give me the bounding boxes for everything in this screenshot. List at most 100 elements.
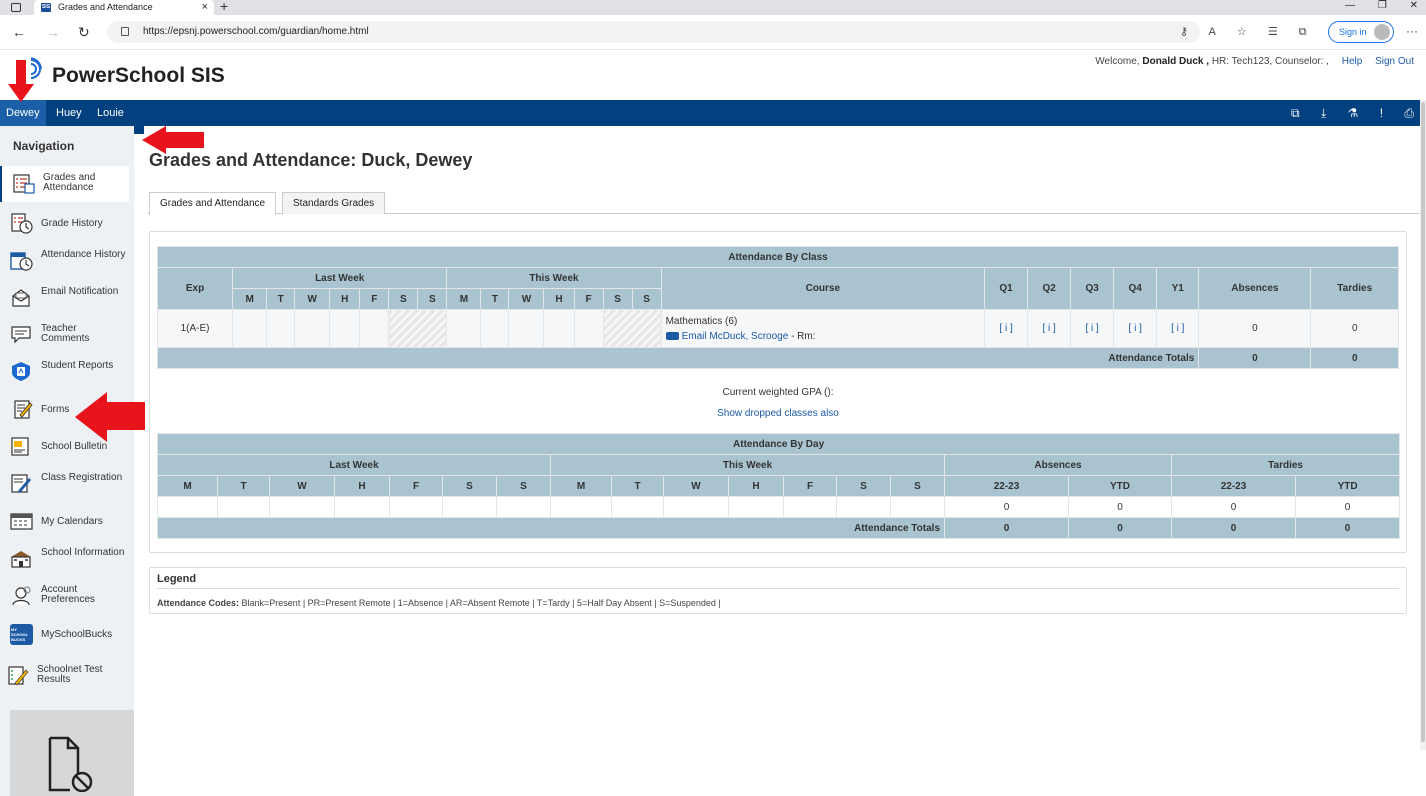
grade-q4-link[interactable]: [ i ] [1113,309,1158,348]
student-selector-bar: Dewey Huey Louie ⧉ ⤓ ⚗ ! ⎙ [0,100,1426,126]
day-cell[interactable] [359,309,390,348]
sidebar-item-attendance-history[interactable]: Attendance History [0,243,129,279]
day-cell [783,496,837,518]
new-tab-icon[interactable]: + [220,0,228,14]
powerschool-header: PowerSchool SIS Welcome, Donald Duck , H… [0,50,1426,100]
welcome-prefix: Welcome, [1095,56,1140,67]
sidebar-item-label: Attendance History [41,249,126,260]
print-icon[interactable]: ⎙ [1404,106,1414,120]
user-name: Donald Duck , [1142,56,1210,67]
download-icon[interactable]: ⤓ [1321,106,1326,120]
content-tabs: Grades and Attendance Standards Grades [148,192,1426,215]
collections-icon[interactable]: ⧉ [1299,26,1307,38]
sign-in-button[interactable]: Sign in [1328,21,1394,43]
page-scrollbar[interactable] [1420,100,1426,750]
address-bar[interactable]: https://epsnj.powerschool.com/guardian/h… [107,21,1200,43]
refresh-icon[interactable]: ↻ [78,24,90,41]
grade-q2-link[interactable]: [ i ] [1027,309,1072,348]
sidebar-item-label: Class Registration [41,472,123,483]
sidebar-promo-area [10,710,134,796]
browser-tab[interactable]: SIS Grades and Attendance × [34,0,214,15]
sidebar-item-account-preferences[interactable]: Account Preferences [0,578,129,614]
day-cell[interactable] [232,309,268,348]
day-cell[interactable] [294,309,331,348]
favorite-star-icon[interactable]: ☆ [1237,26,1247,38]
comments-icon [11,326,31,344]
grades-icon [13,174,35,194]
col-y1: Y1 [1156,267,1200,310]
day-cell[interactable] [508,309,545,348]
day-cell [550,496,612,518]
day-cell [217,496,270,518]
sign-out-link[interactable]: Sign Out [1375,56,1414,67]
sidebar-item-email-notification[interactable]: Email Notification [0,280,129,316]
day-cell[interactable] [543,309,575,348]
tab-grades-and-attendance[interactable]: Grades and Attendance [149,192,277,215]
sidebar-item-myschoolbucks[interactable]: MY SCHOOL BUCKS MySchoolBucks [0,617,129,653]
close-tab-icon[interactable]: × [202,0,208,15]
sidebar-item-grades-and-attendance[interactable]: Grades and Attendance [0,166,129,202]
hr-counselor-text: HR: Tech123, Counselor: , [1211,56,1329,67]
forward-icon[interactable]: → [46,24,60,40]
total-absences-ytd: 0 [1068,517,1172,539]
tab-standards-grades[interactable]: Standards Grades [282,192,386,214]
day-cell[interactable] [573,309,604,348]
sign-in-label: Sign in [1339,27,1367,37]
sidebar-item-label: Account Preferences [41,584,95,605]
sidebar-item-class-registration[interactable]: Class Registration [0,466,129,502]
day-cell[interactable] [446,309,482,348]
minimize-icon[interactable]: — [1345,0,1355,11]
tab-actions-icon[interactable] [11,3,21,12]
restore-icon[interactable]: ❐ [1378,0,1387,11]
external-link-icon[interactable]: ⧉ [1291,106,1300,120]
sidebar-item-student-reports[interactable]: Student Reports [0,354,129,390]
sidebar-item-teacher-comments[interactable]: Teacher Comments [0,317,129,353]
blocked-document-icon [48,736,93,792]
sidebar-item-school-information[interactable]: School Information [0,541,129,577]
grade-q1-link[interactable]: [ i ] [984,309,1029,348]
tardies-cell[interactable]: 0 [1310,309,1399,348]
absences-cell[interactable]: 0 [1198,309,1312,348]
day-header: H [543,288,575,310]
day-header: F [783,475,837,497]
key-icon[interactable]: ⚷ [1180,26,1188,38]
grade-y1-link[interactable]: [ i ] [1156,309,1200,348]
welcome-bar: Welcome, Donald Duck , HR: Tech123, Coun… [1095,56,1414,67]
alert-icon[interactable]: ! [1380,106,1383,120]
test-results-icon [8,666,29,686]
science-icon[interactable]: ⚗ [1348,106,1359,120]
show-dropped-classes-link[interactable]: Show dropped classes also [717,408,839,419]
url-text: https://epsnj.powerschool.com/guardian/h… [143,26,369,37]
address-toolbar: ← → ↻ https://epsnj.powerschool.com/guar… [0,15,1426,50]
close-window-icon[interactable]: ✕ [1410,0,1418,11]
annotation-arrow-down-icon [8,60,34,102]
student-tab-louie[interactable]: Louie [91,100,130,126]
sidebar-item-label: MySchoolBucks [41,629,113,640]
grade-q3-link[interactable]: [ i ] [1070,309,1115,348]
registration-icon [11,474,31,493]
help-link[interactable]: Help [1342,56,1363,67]
legend-title: Legend [157,573,197,585]
back-icon[interactable]: ← [12,24,26,40]
day-cell[interactable] [480,309,510,348]
student-tab-huey[interactable]: Huey [50,100,88,126]
day-cell [836,496,891,518]
email-teacher-link[interactable]: Email McDuck, Scrooge [682,331,789,342]
more-options-icon[interactable]: ··· [1406,24,1418,38]
table-row: 1(A-E) Mathematics (6) Email McDuck, Scr… [156,309,1399,348]
day-header: M [550,475,612,497]
reports-icon [12,362,30,381]
sidebar-item-schoolnet-test-results[interactable]: Schoolnet Test Results [0,658,129,694]
lock-icon[interactable] [121,27,129,36]
sidebar-item-grade-history[interactable]: Grade History [0,206,129,242]
weekend-cell [602,309,662,348]
favorites-list-icon[interactable]: ☰ [1268,26,1278,38]
day-cell[interactable] [329,309,361,348]
sidebar-item-label: School Bulletin [41,441,108,452]
read-aloud-icon[interactable]: A [1209,26,1216,38]
scrollbar-thumb[interactable] [1421,102,1425,742]
logo-text: PowerSchool SIS [52,64,225,87]
sidebar-item-my-calendars[interactable]: My Calendars [0,504,129,540]
day-cell[interactable] [266,309,296,348]
email-icon[interactable] [665,331,679,340]
